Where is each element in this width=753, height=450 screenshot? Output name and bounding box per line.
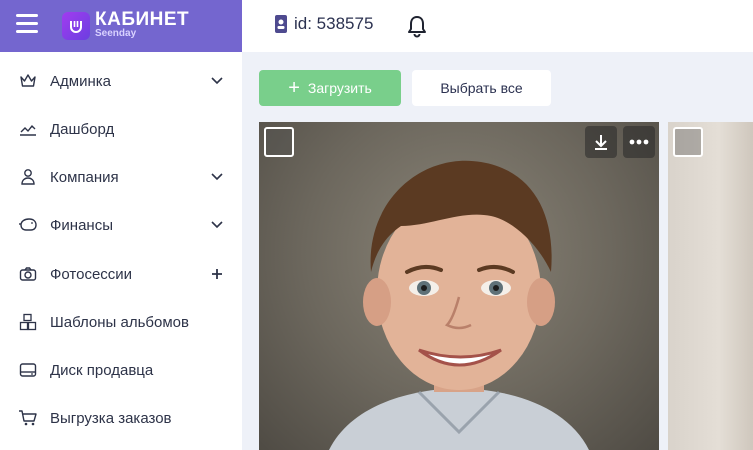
photo-card[interactable] (668, 122, 753, 450)
top-bar: id: 538575 (242, 0, 753, 52)
boxes-icon (18, 312, 38, 332)
logo-subtitle: Seenday (95, 28, 137, 39)
photo-card[interactable] (259, 122, 659, 450)
disk-icon (18, 360, 38, 380)
chevron-down-icon (210, 170, 224, 184)
sidebar-item-dashboard[interactable]: Дашборд (0, 105, 242, 153)
sidebar-item-label: Дашборд (50, 120, 115, 138)
sidebar: Админка Дашборд Компания Финансы Фотосес… (0, 52, 242, 450)
sidebar-item-label: Шаблоны альбомов (50, 313, 189, 331)
sidebar-item-label: Диск продавца (50, 361, 154, 379)
menu-icon[interactable] (16, 14, 38, 36)
photo-select-checkbox[interactable] (264, 127, 294, 157)
sidebar-item-admin[interactable]: Админка (0, 57, 242, 105)
photo-image (329, 160, 589, 450)
piggy-bank-icon (18, 215, 38, 235)
sidebar-item-order-export[interactable]: Выгрузка заказов (0, 394, 242, 442)
user-id: id: 538575 (274, 14, 373, 34)
brand-header: КАБИНЕТ Seenday (0, 0, 242, 52)
logo-title: КАБИНЕТ (95, 9, 190, 30)
users-icon (18, 167, 38, 187)
id-badge-icon (275, 15, 287, 33)
photo-select-checkbox[interactable] (673, 127, 703, 157)
upload-button[interactable]: + Загрузить (259, 70, 401, 106)
select-all-button[interactable]: Выбрать все (412, 70, 551, 106)
sidebar-item-label: Фотосессии (50, 265, 133, 283)
select-all-button-label: Выбрать все (440, 80, 523, 96)
user-id-text: id: 538575 (294, 14, 374, 33)
logo-icon (62, 12, 90, 40)
sidebar-item-album-templates[interactable]: Шаблоны альбомов (0, 298, 242, 346)
download-icon[interactable] (585, 126, 617, 158)
sidebar-item-label: Выгрузка заказов (50, 409, 172, 427)
sidebar-item-seller-disk[interactable]: Диск продавца (0, 346, 242, 394)
logo: КАБИНЕТ Seenday (95, 10, 189, 39)
sidebar-item-finance[interactable]: Финансы (0, 201, 242, 249)
chevron-down-icon (210, 218, 224, 232)
bell-icon[interactable] (406, 14, 428, 38)
chart-line-icon (18, 119, 38, 139)
sidebar-item-label: Компания (50, 168, 119, 186)
chevron-down-icon (210, 74, 224, 88)
sidebar-item-company[interactable]: Компания (0, 153, 242, 201)
sidebar-item-label: Финансы (50, 216, 113, 234)
camera-icon (18, 264, 38, 284)
sidebar-item-photosessions[interactable]: Фотосессии (0, 250, 242, 298)
plus-icon: + (288, 77, 300, 99)
plus-icon[interactable] (210, 267, 224, 281)
upload-button-label: Загрузить (307, 80, 372, 96)
cart-icon (18, 408, 38, 428)
more-icon[interactable] (623, 126, 655, 158)
crown-icon (18, 71, 38, 91)
sidebar-item-label: Админка (50, 72, 111, 90)
